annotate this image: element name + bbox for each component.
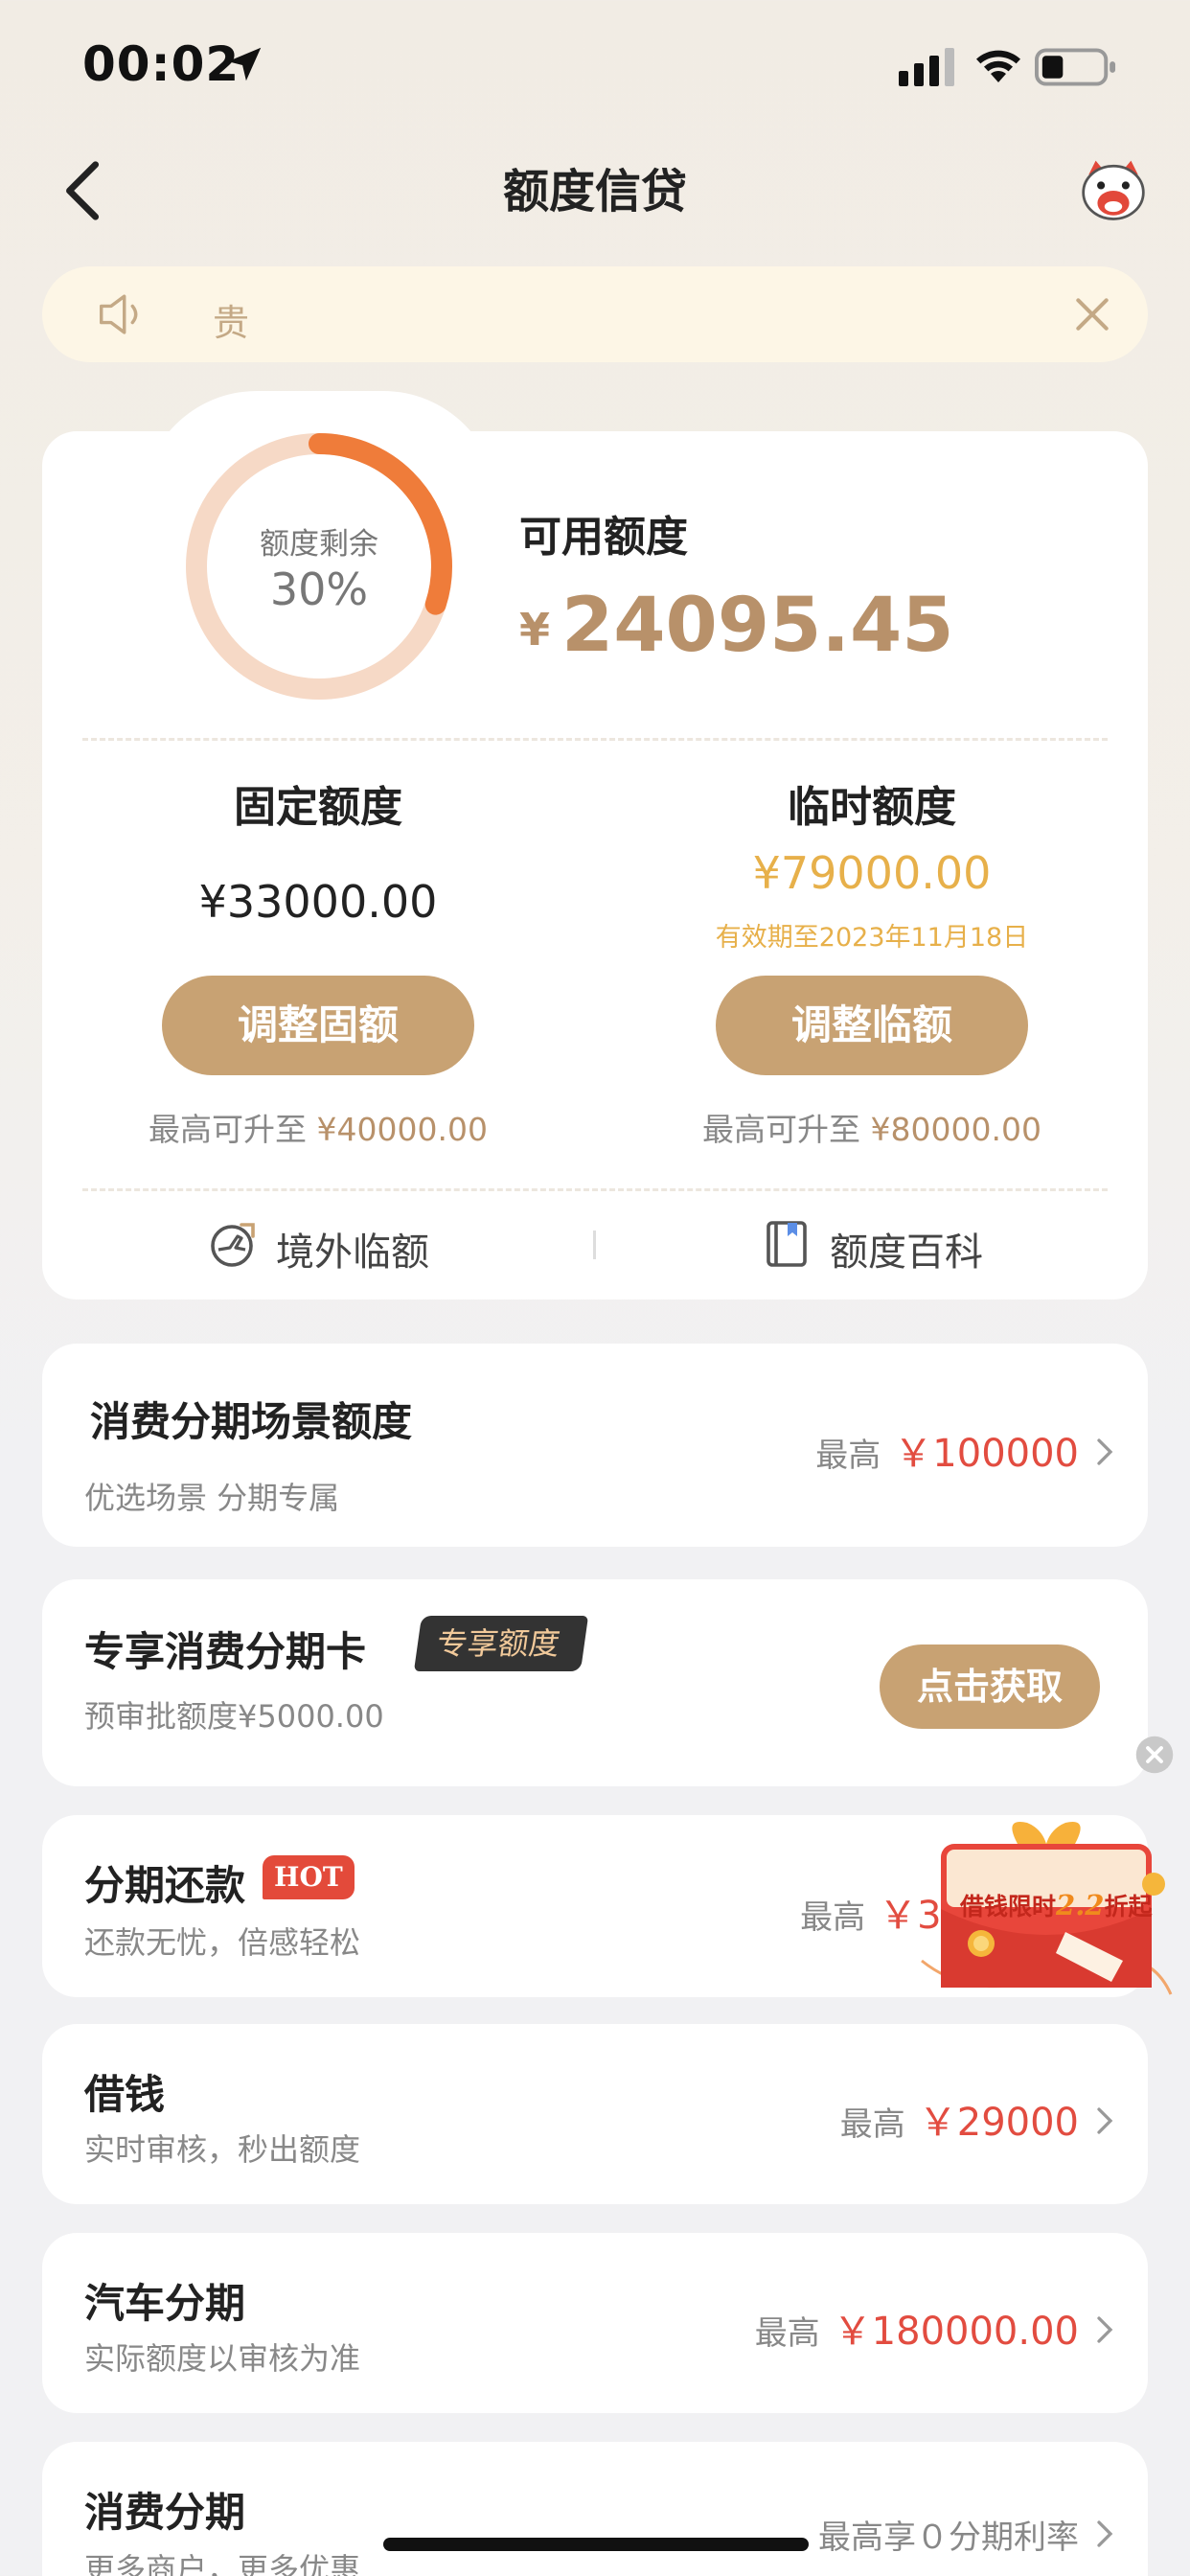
card-subtitle: 更多商户，更多优惠 (84, 2551, 361, 2576)
currency-symbol: ¥ (519, 604, 551, 656)
card-subtitle: 还款无忧，倍感轻松 (84, 1924, 361, 1961)
card-subtitle: 优选场景 分期专属 (84, 1480, 340, 1516)
overseas-temp-label: 境外临额 (276, 1230, 429, 1275)
card-title: 汽车分期 (84, 2280, 246, 2327)
zero-rate-text: 最高享０分期利率 (818, 2518, 1079, 2557)
quota-wiki-link[interactable]: 额度百科 (761, 1215, 1010, 1275)
temp-valid-until: 有效期至2023年11月18日 (715, 923, 1029, 953)
max-amount: ￥100000 (894, 1432, 1079, 1476)
temp-quota-amount: ¥79000.00 (752, 847, 992, 899)
divider (82, 738, 1108, 741)
hot-badge: HOT (263, 1855, 355, 1899)
card-title: 消费分期 (84, 2489, 246, 2536)
chevron-right-icon (1097, 2520, 1113, 2547)
get-card-button[interactable]: 点击获取 (880, 1644, 1100, 1729)
max-amount: ￥180000.00 (833, 2310, 1079, 2354)
fixed-quota-title: 固定额度 (234, 783, 402, 832)
card-right-info: 最高 ￥180000.00 (755, 2300, 1113, 2356)
book-icon (767, 1221, 807, 1267)
wifi-icon (976, 50, 1020, 82)
exclusive-tag: 专享额度 (413, 1616, 589, 1671)
max-prefix: 最高 (839, 2105, 905, 2144)
promo-highlight: 2.2 (1056, 1889, 1105, 1921)
notice-text: 贵 (213, 302, 250, 344)
globe-plane-icon (211, 1223, 255, 1267)
ring-percent: 30% (269, 564, 369, 615)
overseas-temp-link[interactable]: 境外临额 (207, 1215, 456, 1275)
card-subtitle: 实时审核，秒出额度 (84, 2131, 361, 2168)
card-title: 专享消费分期卡 (84, 1628, 367, 1675)
card-title: 借钱 (84, 2071, 166, 2118)
fixed-max-prefix: 最高可升至 (149, 1111, 308, 1148)
quota-wiki-label: 额度百科 (830, 1230, 983, 1275)
adjust-fixed-button[interactable]: 调整固额 (162, 976, 474, 1075)
fixed-quota-amount: ¥33000.00 (198, 876, 438, 928)
status-time: 00:02 (82, 36, 240, 92)
fixed-max-value: ¥40000.00 (316, 1111, 488, 1148)
adjust-temp-button[interactable]: 调整临额 (716, 976, 1028, 1075)
close-icon[interactable] (1071, 293, 1113, 335)
max-amount: ￥29000 (918, 2101, 1079, 2145)
exclusive-card[interactable]: 专享消费分期卡 专享额度 预审批额度¥5000.00 点击获取 (42, 1579, 1148, 1786)
card-right-info: 最高 ￥29000 (840, 2091, 1113, 2147)
fixed-max-text: 最高可升至 ¥40000.00 (79, 1104, 558, 1150)
divider (82, 1188, 1108, 1191)
temp-max-prefix: 最高可升至 (702, 1111, 861, 1148)
car-installment-card[interactable]: 汽车分期 实际额度以审核为准 最高 ￥180000.00 (42, 2233, 1148, 2413)
max-prefix: 最高 (815, 1437, 881, 1475)
max-prefix: 最高 (754, 2314, 820, 2353)
scene-quota-card[interactable]: 消费分期场景额度 优选场景 分期专属 最高 ￥100000 (42, 1344, 1148, 1547)
promo-text-after: 折起 (1104, 1893, 1153, 1920)
card-subtitle: 实际额度以审核为准 (84, 2340, 361, 2377)
card-title: 消费分期场景额度 (90, 1398, 413, 1445)
available-quota-amount: ¥24095.45 (519, 583, 954, 669)
chevron-right-icon (1097, 2316, 1113, 2343)
borrow-card[interactable]: 借钱 实时审核，秒出额度 最高 ￥29000 (42, 2024, 1148, 2204)
temp-max-value: ¥80000.00 (870, 1111, 1041, 1148)
location-arrow-icon (227, 47, 262, 81)
mascot-avatar-icon[interactable] (1077, 157, 1150, 224)
notice-bar[interactable]: 贵 (42, 266, 1148, 362)
temp-max-text: 最高可升至 ¥80000.00 (632, 1104, 1111, 1150)
consumer-installment-card[interactable]: 消费分期 更多商户，更多优惠 最高享０分期利率 (42, 2442, 1148, 2576)
close-circle-icon[interactable] (1134, 1735, 1175, 1775)
battery-icon (1035, 48, 1116, 86)
cellular-signal-icon (899, 48, 954, 86)
chevron-right-icon (1097, 2107, 1113, 2134)
card-right-info: 最高 ￥100000 (815, 1422, 1113, 1478)
links-separator (593, 1230, 596, 1259)
speaker-icon (100, 294, 138, 334)
max-prefix: 最高 (800, 1898, 866, 1937)
chevron-right-icon (1097, 1438, 1113, 1465)
temp-quota-title: 临时额度 (788, 783, 956, 832)
available-amount-value: 24095.45 (561, 583, 954, 669)
card-subtitle: 预审批额度¥5000.00 (84, 1698, 384, 1735)
status-bar: 00:02 (0, 0, 1190, 134)
promo-text: 借钱限时2.2折起 (960, 1888, 1152, 1922)
home-indicator[interactable] (383, 2538, 809, 2551)
card-right-info: 最高享０分期利率 (818, 2511, 1113, 2558)
available-quota-title: 可用额度 (519, 513, 688, 562)
card-title: 分期还款 (84, 1862, 246, 1909)
promo-text-before: 借钱限时 (960, 1893, 1057, 1920)
ring-label: 额度剩余 (260, 527, 378, 562)
page-title: 额度信贷 (502, 165, 687, 218)
